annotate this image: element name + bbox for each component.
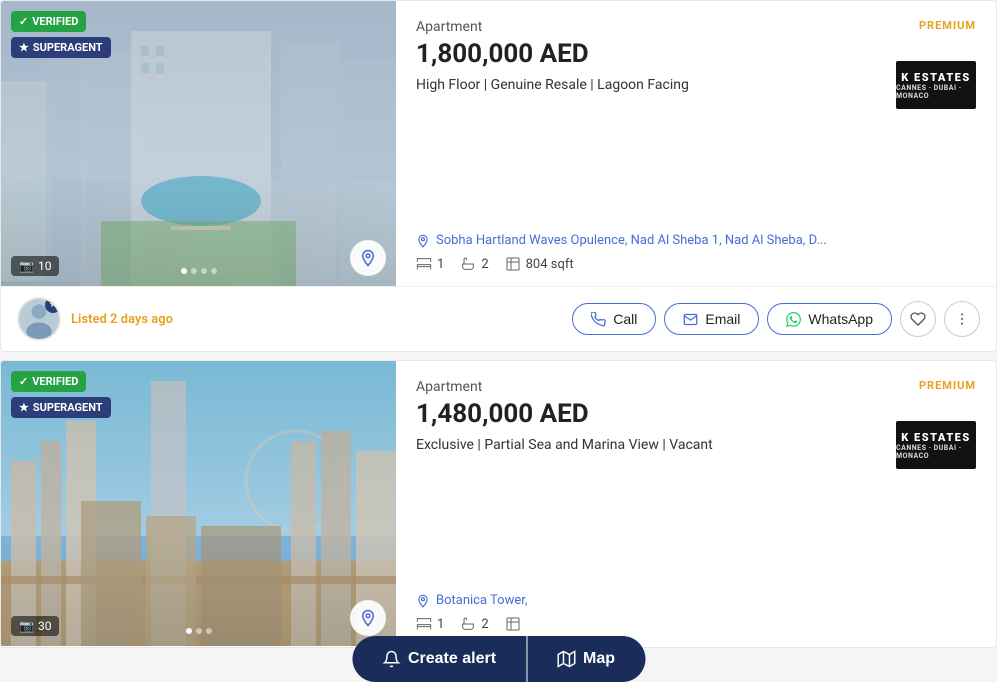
verified-badge-2: ✓ VERIFIED [11,371,86,392]
dot-4 [211,268,217,274]
verified-badge-1: ✓ VERIFIED [11,11,86,32]
badge-row-2: ✓ VERIFIED ★ SUPERAGENT [11,371,111,418]
checkmark-icon-1: ✓ [19,15,28,28]
star-small-1: ★ [49,300,57,310]
agent-avatar-1: ★ [17,297,61,341]
email-button-1[interactable]: Email [664,303,759,335]
star-icon-1: ★ [19,41,29,54]
location-row-2: Botanica Tower, [416,593,976,608]
bath-icon-2 [460,616,476,632]
call-button-1[interactable]: Call [572,303,656,335]
listing-info-1: PREMIUM Apartment 1,800,000 AED High Flo… [396,1,996,286]
map-pin-button-1[interactable] [350,240,386,276]
price-1: 1,800,000 AED [416,39,976,69]
pin-icon-1 [359,249,377,267]
agent-logo-main-1: K ESTATES [901,71,970,84]
location-text-2: Botanica Tower, [436,593,527,608]
agent-logo-1: K ESTATES CANNES · DUBAI · MONACO [896,61,976,109]
dot-2 [191,268,197,274]
specs-row-2: 1 2 [416,616,976,632]
more-icon-1 [954,311,970,327]
action-buttons-1: Call Email WhatsApp [572,301,980,337]
listing-age-1: 2 days ago [110,312,173,327]
location-icon-1 [416,234,430,248]
baths-spec-1: 2 [460,256,488,272]
pin-icon-2 [359,609,377,627]
location-icon-2 [416,594,430,608]
premium-label-1: PREMIUM [919,19,976,32]
specs-row-1: 1 2 804 sqft [416,256,976,272]
baths-spec-2: 2 [460,616,488,632]
listing-card-1: ✓ VERIFIED ★ SUPERAGENT 📷 10 [0,0,997,352]
area-spec-1: 804 sqft [505,256,574,272]
dot2-3 [206,628,212,634]
favorite-button-1[interactable] [900,301,936,337]
bed-icon-2 [416,616,432,632]
camera-icon-2: 📷 [19,619,34,633]
listed-time-1: Listed 2 days ago [71,312,173,327]
agent-info-1: ★ Listed 2 days ago [17,297,173,341]
property-type-1: Apartment [416,19,976,35]
property-type-2: Apartment [416,379,976,395]
superagent-small-badge-1: ★ [45,297,61,313]
listing-main-1: ✓ VERIFIED ★ SUPERAGENT 📷 10 [1,1,996,286]
photo-count-2: 📷 30 [11,616,59,636]
area-spec-2 [505,616,526,632]
area-icon-2 [505,616,521,632]
map-button[interactable]: Map [527,636,645,682]
image-dots-2 [186,628,212,634]
bath-icon-1 [460,256,476,272]
listing-image-container-1: ✓ VERIFIED ★ SUPERAGENT 📷 10 [1,1,396,286]
superagent-badge-1: ★ SUPERAGENT [11,37,111,58]
listing-card-2: ✓ VERIFIED ★ SUPERAGENT 📷 30 [0,360,997,648]
bed-icon-1 [416,256,432,272]
email-icon-1 [683,312,698,327]
checkmark-icon-2: ✓ [19,375,28,388]
agent-logo-main-2: K ESTATES [901,431,970,444]
dot-3 [201,268,207,274]
superagent-badge-2: ★ SUPERAGENT [11,397,111,418]
dot2-1 [186,628,192,634]
dot2-2 [196,628,202,634]
beds-spec-1: 1 [416,256,444,272]
description-2: Exclusive | Partial Sea and Marina View … [416,437,976,453]
premium-label-2: PREMIUM [919,379,976,392]
agent-logo-sub-1: CANNES · DUBAI · MONACO [896,84,976,100]
map-pin-button-2[interactable] [350,600,386,636]
listing-footer-1: ★ Listed 2 days ago Call Email [1,286,996,351]
badge-row-1: ✓ VERIFIED ★ SUPERAGENT [11,11,111,58]
more-button-1[interactable] [944,301,980,337]
camera-icon-1: 📷 [19,259,34,273]
listing-image-container-2: ✓ VERIFIED ★ SUPERAGENT 📷 30 [1,361,396,646]
star-icon-2: ★ [19,401,29,414]
whatsapp-icon-1 [786,312,801,327]
listing-info-2: PREMIUM Apartment 1,480,000 AED Exclusiv… [396,361,996,646]
price-2: 1,480,000 AED [416,399,976,429]
create-alert-button[interactable]: Create alert [352,636,526,682]
image-dots-1 [181,268,217,274]
agent-logo-sub-2: CANNES · DUBAI · MONACO [896,444,976,460]
bell-icon [382,650,400,668]
heart-icon-1 [910,311,926,327]
location-row-1: Sobha Hartland Waves Opulence, Nad Al Sh… [416,233,976,248]
photo-count-1: 📷 10 [11,256,59,276]
listing-main-2: ✓ VERIFIED ★ SUPERAGENT 📷 30 [1,361,996,646]
whatsapp-button-1[interactable]: WhatsApp [767,303,892,335]
location-text-1: Sobha Hartland Waves Opulence, Nad Al Sh… [436,233,827,248]
description-1: High Floor | Genuine Resale | Lagoon Fac… [416,77,976,93]
dot-1 [181,268,187,274]
beds-spec-2: 1 [416,616,444,632]
phone-icon-1 [591,312,606,327]
sticky-bar: Create alert Map [352,636,645,682]
area-icon-1 [505,256,521,272]
map-icon [557,650,575,668]
agent-logo-2: K ESTATES CANNES · DUBAI · MONACO [896,421,976,469]
